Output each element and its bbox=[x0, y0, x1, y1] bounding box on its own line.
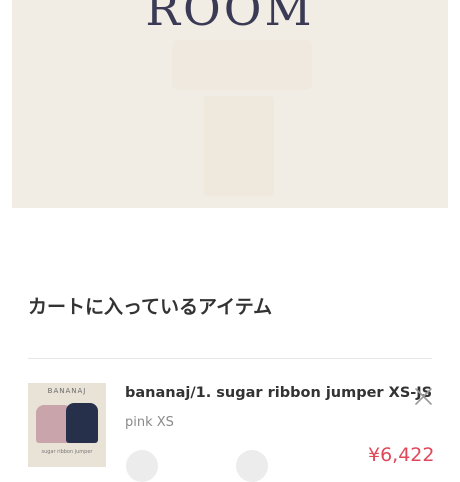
quantity-decrease-button[interactable] bbox=[126, 450, 158, 482]
brand-logo[interactable]: ROOM bbox=[12, 0, 448, 32]
product-thumbnail[interactable]: BANANAJ sugar ribbon jumper bbox=[28, 383, 106, 467]
navy-jacket-image bbox=[66, 403, 98, 443]
cart-section-title: カートに入っているアイテム bbox=[28, 296, 273, 318]
product-price: ¥6,422 bbox=[368, 444, 435, 466]
product-name[interactable]: bananaj/1. sugar ribbon jumper XS-JS bbox=[125, 385, 432, 401]
thumbnail-brand-label: BANANAJ bbox=[47, 387, 87, 395]
product-variant: pink XS bbox=[125, 415, 174, 430]
remove-item-button[interactable] bbox=[414, 387, 433, 406]
thumbnail-caption: sugar ribbon jumper bbox=[41, 449, 93, 455]
divider bbox=[28, 358, 432, 359]
quantity-increase-button[interactable] bbox=[236, 450, 268, 482]
hero-shelf-image bbox=[172, 40, 312, 90]
hero-banner: ROOM bbox=[12, 0, 448, 208]
hero-decor-image bbox=[204, 96, 274, 196]
close-icon bbox=[415, 388, 432, 405]
